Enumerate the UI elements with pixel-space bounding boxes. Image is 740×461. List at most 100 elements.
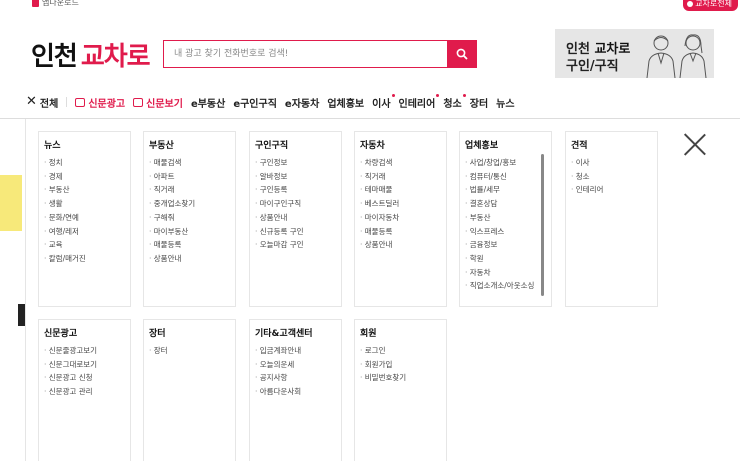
menu-link[interactable]: 신문광고 신청 xyxy=(44,371,130,385)
menu-title[interactable]: 기타&고객센터 xyxy=(255,326,341,339)
menu-title[interactable]: 장터 xyxy=(149,326,235,339)
nav-item-jobs[interactable]: e구인구직 xyxy=(233,95,277,110)
menu-title[interactable]: 자동차 xyxy=(360,138,446,151)
nav-label: e자동차 xyxy=(284,98,320,110)
menu-link[interactable]: 인테리어 xyxy=(571,183,657,197)
menu-link[interactable]: 구인등록 xyxy=(255,183,341,197)
menu-link[interactable]: 익스프레스 xyxy=(465,225,551,239)
menu-link[interactable]: 여행/레저 xyxy=(44,225,130,239)
site-logo[interactable]: 인천 교차로 xyxy=(31,36,151,73)
menu-title[interactable]: 부동산 xyxy=(149,138,235,151)
menu-link[interactable]: 신문그대로보기 xyxy=(44,358,130,372)
menu-link[interactable]: 신문줄광고보기 xyxy=(44,344,130,358)
menu-title[interactable]: 신문광고 xyxy=(44,326,130,339)
menu-link[interactable]: 상품안내 xyxy=(255,211,341,225)
menu-link[interactable]: 회원가입 xyxy=(360,358,446,372)
background-banner xyxy=(0,175,22,231)
close-menu-icon[interactable] xyxy=(684,133,706,155)
nav-label: e부동산 xyxy=(190,98,226,110)
search-bar xyxy=(163,40,477,68)
menu-link[interactable]: 마이구인구직 xyxy=(255,197,341,211)
menu-link[interactable]: 매물검색 xyxy=(149,156,235,170)
menu-link[interactable]: 부동산 xyxy=(44,183,130,197)
menu-link[interactable]: 법률/세무 xyxy=(465,183,551,197)
nav-label: 신문광고 xyxy=(88,98,126,110)
menu-link[interactable]: 교육 xyxy=(44,238,130,252)
menu-link[interactable]: 마이부동산 xyxy=(149,225,235,239)
main-nav: ✕ 전체 신문광고 신문보기 e부동산 e구인구직 e자동차 업체홍보 이사 인… xyxy=(26,92,523,112)
menu-link[interactable]: 마이자동차 xyxy=(360,211,446,225)
nav-item-news[interactable]: 뉴스 xyxy=(496,95,514,110)
menu-link[interactable]: 생활 xyxy=(44,197,130,211)
menu-link[interactable]: 중개업소찾기 xyxy=(149,197,235,211)
menu-title[interactable]: 뉴스 xyxy=(44,138,130,151)
menu-link[interactable]: 공지사항 xyxy=(255,371,341,385)
menu-link[interactable]: 컴퓨터/통신 xyxy=(465,170,551,184)
menu-link[interactable]: 사업/창업/홍보 xyxy=(465,156,551,170)
jobs-banner[interactable]: 인천 교차로 구인/구직 xyxy=(555,29,714,78)
search-button[interactable] xyxy=(447,41,476,67)
nav-item-business[interactable]: 업체홍보 xyxy=(327,95,364,110)
menu-link[interactable]: 칼럼/매거진 xyxy=(44,252,130,266)
nav-item-newspaper-view[interactable]: 신문보기 xyxy=(133,95,183,110)
menu-link[interactable]: 아름다운사회 xyxy=(255,385,341,399)
menu-link[interactable]: 로그인 xyxy=(360,344,446,358)
menu-link[interactable]: 입금계좌안내 xyxy=(255,344,341,358)
nav-label: 인테리어 xyxy=(398,98,436,110)
menu-link[interactable]: 학원 xyxy=(465,252,551,266)
menu-link[interactable]: 구인정보 xyxy=(255,156,341,170)
app-download-link[interactable]: 앱다운로드 xyxy=(32,0,79,8)
mode-toggle-label: 교차로전체 xyxy=(695,0,732,8)
menu-box-member: 회원 로그인 회원가입 비밀번호찾기 xyxy=(354,319,447,461)
menu-link[interactable]: 이사 xyxy=(571,156,657,170)
nav-item-cleaning[interactable]: 청소 xyxy=(443,93,466,110)
menu-link[interactable]: 매물등록 xyxy=(360,225,446,239)
menu-link[interactable]: 신문광고 관리 xyxy=(44,385,130,399)
menu-link[interactable]: 직거래 xyxy=(149,183,235,197)
nav-label: 업체홍보 xyxy=(327,98,365,110)
nav-all-label: 전체 xyxy=(39,98,59,110)
menu-link[interactable]: 테마매물 xyxy=(360,183,446,197)
menu-link[interactable]: 결혼상담 xyxy=(465,197,551,211)
menu-link[interactable]: 오늘마감 구인 xyxy=(255,238,341,252)
nav-all[interactable]: ✕ 전체 xyxy=(26,95,58,110)
menu-link[interactable]: 금융정보 xyxy=(465,238,551,252)
nav-item-interior[interactable]: 인테리어 xyxy=(398,93,440,110)
menu-link[interactable]: 오늘의운세 xyxy=(255,358,341,372)
nav-label: 신문보기 xyxy=(146,98,183,110)
menu-link[interactable]: 직거래 xyxy=(360,170,446,184)
menu-link[interactable]: 문화/연예 xyxy=(44,211,130,225)
menu-link[interactable]: 장터 xyxy=(149,344,235,358)
menu-link[interactable]: 자동차 xyxy=(465,266,551,280)
menu-link[interactable]: 상품안내 xyxy=(360,238,446,252)
menu-link[interactable]: 매물등록 xyxy=(149,238,235,252)
menu-link[interactable]: 정치 xyxy=(44,156,130,170)
menu-link[interactable]: 차량검색 xyxy=(360,156,446,170)
menu-link[interactable]: 상품안내 xyxy=(149,252,235,266)
menu-title[interactable]: 업체홍보 xyxy=(465,138,551,151)
menu-link[interactable]: 알바정보 xyxy=(255,170,341,184)
nav-item-car[interactable]: e자동차 xyxy=(285,95,319,110)
nav-item-market[interactable]: 장터 xyxy=(470,95,488,110)
nav-item-newspaper-ad[interactable]: 신문광고 xyxy=(75,95,125,110)
nav-item-realestate[interactable]: e부동산 xyxy=(191,95,225,110)
menu-link[interactable]: 신규등록 구인 xyxy=(255,225,341,239)
nav-item-moving[interactable]: 이사 xyxy=(372,93,395,110)
menu-link[interactable]: 경제 xyxy=(44,170,130,184)
menu-link[interactable]: 직업소개소/아웃소싱 xyxy=(465,279,551,293)
menu-link[interactable]: 부동산 xyxy=(465,211,551,225)
menu-link[interactable]: 구해줘 xyxy=(149,211,235,225)
menu-title[interactable]: 구인구직 xyxy=(255,138,341,151)
mode-toggle-button[interactable]: 교차로전체 xyxy=(683,0,738,11)
menu-box-jobs: 구인구직 구인정보 알바정보 구인등록 마이구인구직 상품안내 신규등록 구인 … xyxy=(249,131,342,307)
menu-link[interactable]: 비밀번호찾기 xyxy=(360,371,446,385)
menu-link[interactable]: 베스트딜러 xyxy=(360,197,446,211)
top-bar: 앱다운로드 교차로전체 xyxy=(0,0,740,12)
menu-title[interactable]: 견적 xyxy=(571,138,657,151)
menu-scrollbar[interactable] xyxy=(541,154,544,296)
search-input[interactable] xyxy=(164,41,447,67)
menu-box-business: 업체홍보 사업/창업/홍보 컴퓨터/통신 법률/세무 결혼상담 부동산 익스프레… xyxy=(459,131,552,307)
menu-link[interactable]: 아파트 xyxy=(149,170,235,184)
menu-link[interactable]: 청소 xyxy=(571,170,657,184)
menu-title[interactable]: 회원 xyxy=(360,326,446,339)
